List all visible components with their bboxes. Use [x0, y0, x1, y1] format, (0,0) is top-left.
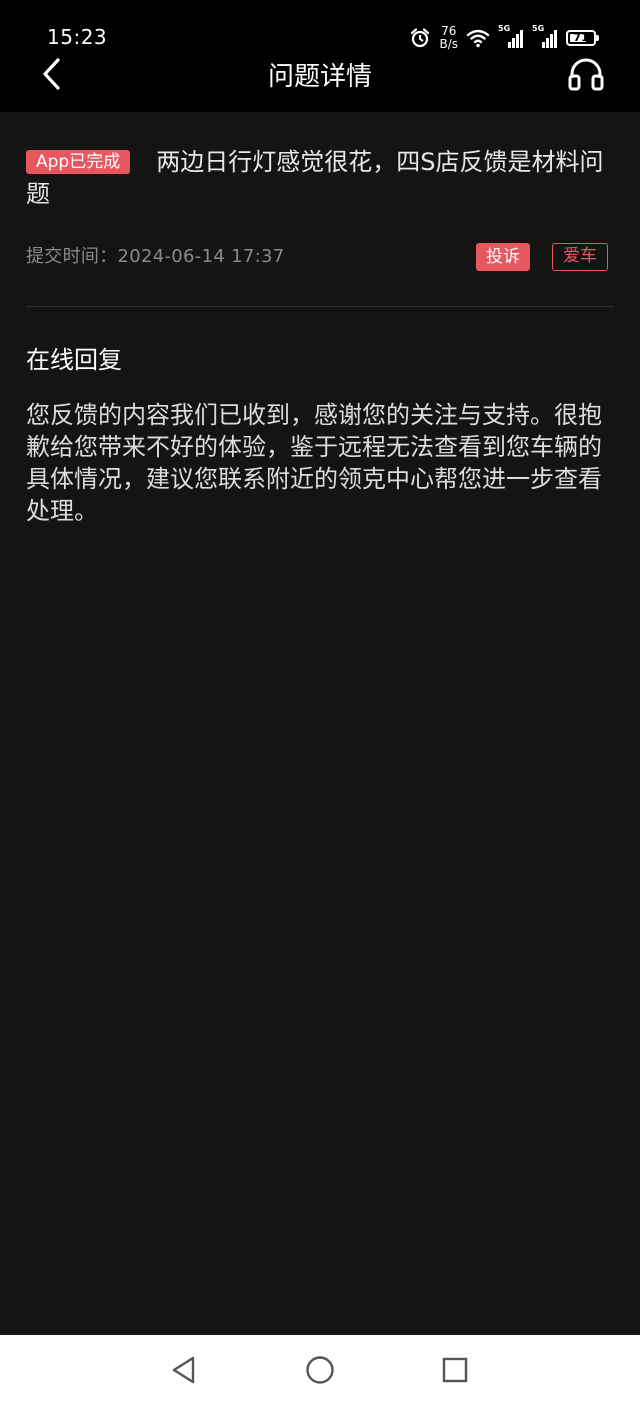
nav-home-button[interactable] — [299, 1349, 341, 1391]
signal-sim1: 5G — [498, 24, 524, 49]
network-speed-unit: B/s — [439, 37, 458, 51]
system-navigation-bar — [0, 1335, 640, 1405]
question-block: App已完成 两边日行灯感觉很花，四S店反馈是材料问题 — [26, 146, 606, 210]
battery-icon: 71 — [566, 30, 599, 46]
headset-icon — [568, 58, 604, 91]
top-bar: 15:23 76 B/s 5G 5G 71 问题详情 — [0, 0, 640, 112]
reply-body: 您反馈的内容我们已收到，感谢您的关注与支持。很抱歉给您带来不好的体验，鉴于远程无… — [26, 401, 602, 525]
triangle-back-icon — [172, 1356, 195, 1384]
square-recents-icon — [442, 1357, 468, 1383]
status-icons: 76 B/s 5G 5G 71 — [409, 22, 599, 54]
sim2-network-tag: 5G — [532, 24, 545, 33]
app-screen: 15:23 76 B/s 5G 5G 71 问题详情 App已完成 两边日行灯感… — [0, 0, 640, 1405]
tag-car: 爱车 — [552, 243, 608, 271]
nav-back-button[interactable] — [163, 1349, 205, 1391]
nav-recents-button[interactable] — [434, 1349, 476, 1391]
status-badge: App已完成 — [26, 150, 131, 174]
page-title: 问题详情 — [267, 62, 372, 92]
circle-home-icon — [306, 1356, 334, 1384]
status-time: 15:23 — [47, 25, 108, 49]
submit-time: 提交时间：2024-06-14 17:37 — [26, 246, 285, 267]
sim1-network-tag: 5G — [498, 24, 511, 33]
wifi-icon — [466, 28, 490, 48]
signal-sim2: 5G — [532, 24, 558, 49]
reply-heading: 在线回复 — [26, 346, 122, 374]
alarm-clock-icon — [409, 27, 431, 49]
network-speed: 76 B/s — [439, 25, 458, 51]
divider — [26, 306, 614, 307]
customer-service-button[interactable] — [562, 52, 610, 96]
tag-complaint: 投诉 — [476, 243, 530, 271]
battery-level: 71 — [573, 31, 589, 44]
